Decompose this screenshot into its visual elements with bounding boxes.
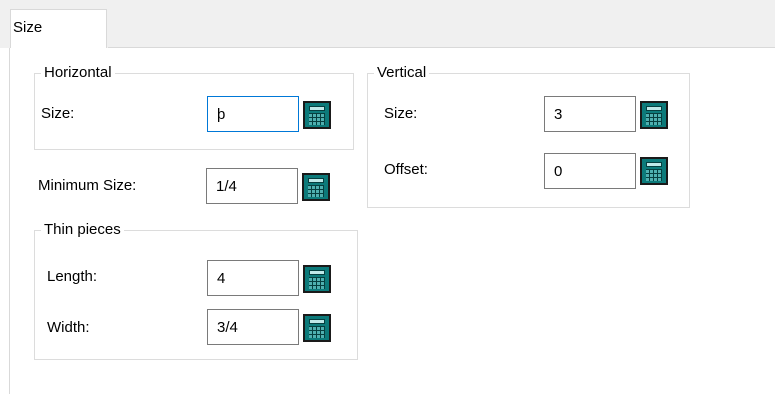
calculator-icon[interactable] [640,101,668,129]
offset-field[interactable] [544,153,636,189]
vertical-size-field[interactable] [544,96,636,132]
horizontal-group: Horizontal Size: [34,64,354,150]
calculator-icon[interactable] [303,265,331,293]
vertical-size-label: Size: [384,105,418,122]
tab-size-label: Size [13,19,43,36]
width-label: Width: [47,319,90,336]
horizontal-group-title: Horizontal [41,64,115,82]
offset-label: Offset: [384,161,428,178]
length-label: Length: [47,268,98,285]
minimum-size-label: Minimum Size: [38,177,137,194]
length-field[interactable] [207,260,299,296]
size-panel: Horizontal Size: Minimum Size: Thin piec… [9,48,775,394]
thin-pieces-group: Thin pieces Length: Width: [34,221,358,360]
thin-pieces-group-title: Thin pieces [41,221,124,239]
calculator-icon[interactable] [302,173,330,201]
tab-size[interactable]: Size [10,9,107,48]
width-field[interactable] [207,309,299,345]
horizontal-size-label: Size: [41,105,75,122]
minimum-size-field[interactable] [206,168,298,204]
vertical-group-title: Vertical [374,64,430,82]
calculator-icon[interactable] [303,314,331,342]
vertical-group: Vertical Size: Offset: [367,64,690,208]
calculator-icon[interactable] [640,157,668,185]
horizontal-size-field[interactable] [207,96,299,132]
calculator-icon[interactable] [303,101,331,129]
tab-strip: Size [0,0,775,48]
